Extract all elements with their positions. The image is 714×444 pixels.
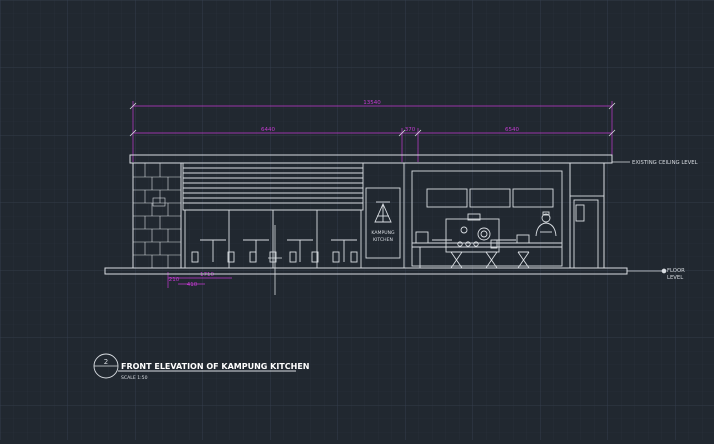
sign-text-line2: KITCHEN <box>373 237 393 243</box>
drawing-scale: SCALE 1:50 <box>121 375 148 381</box>
background-grid <box>0 0 714 440</box>
dimension-left-span: 6440 <box>261 127 275 133</box>
dimension-bottom-1: 210 <box>169 277 180 283</box>
label-floor-level-1: FLOOR <box>667 268 685 274</box>
cad-drawing-canvas[interactable]: 13540 6440 370 6540 210 1710 410 KAMPUNG… <box>0 0 714 440</box>
sign-text-line1: KAMPUNG <box>371 230 395 236</box>
elevation-drawing: 13540 6440 370 6540 210 1710 410 KAMPUNG… <box>0 0 714 440</box>
dimension-bottom-2: 1710 <box>200 272 214 278</box>
label-floor-level-2: LEVEL <box>667 275 683 281</box>
dimension-right-span: 6540 <box>505 127 519 133</box>
drawing-title: FRONT ELEVATION OF KAMPUNG KITCHEN <box>121 362 310 371</box>
sheet-number: 2 <box>104 358 108 366</box>
dimension-bottom-3: 410 <box>187 282 198 288</box>
dimension-overall: 13540 <box>363 100 381 106</box>
label-ceiling-level: EXISTING CEILING LEVEL <box>632 160 698 166</box>
dimension-mid-span: 370 <box>405 127 416 133</box>
